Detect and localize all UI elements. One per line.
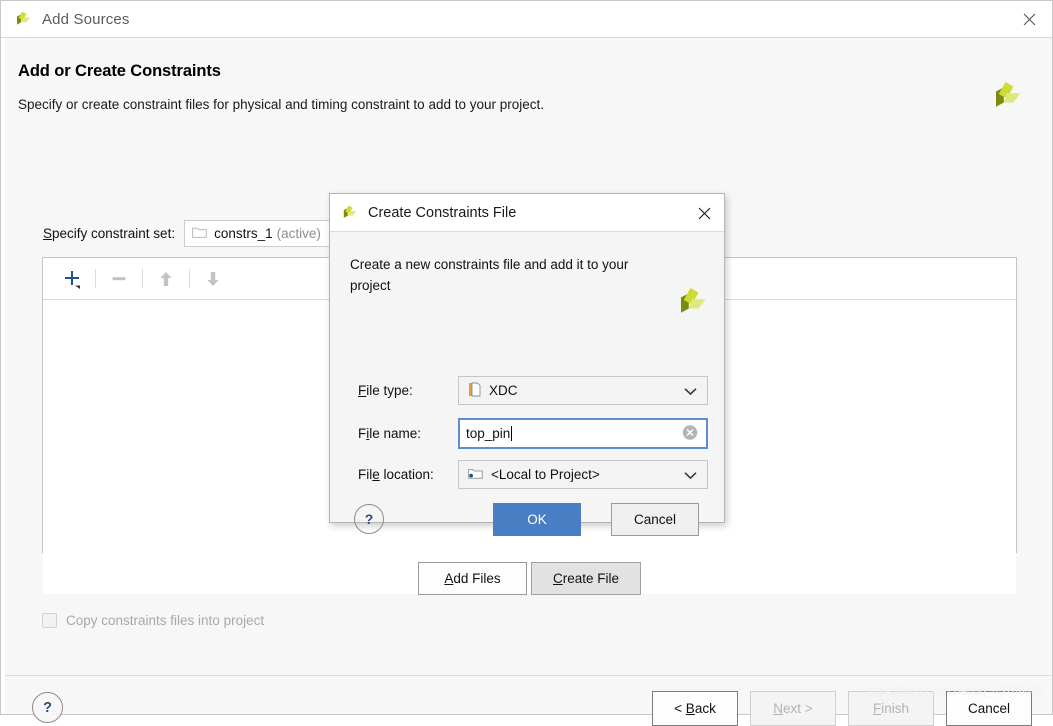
- constraint-set-active-suffix: (active): [277, 226, 321, 241]
- close-icon[interactable]: [1006, 1, 1052, 37]
- dialog-cancel-button[interactable]: Cancel: [611, 503, 699, 536]
- toolbar-divider: [142, 269, 143, 288]
- file-location-dropdown[interactable]: <Local to Project>: [458, 460, 708, 489]
- copy-constraints-checkbox[interactable]: [42, 613, 57, 628]
- cancel-button-label: Cancel: [968, 701, 1010, 716]
- file-name-value: top_pin: [466, 426, 510, 441]
- file-location-value: <Local to Project>: [491, 467, 600, 482]
- add-files-icon[interactable]: [57, 265, 87, 293]
- dialog-title: Create Constraints File: [368, 205, 516, 221]
- next-button: Next >: [750, 691, 836, 726]
- create-file-button-label: Create File: [553, 571, 619, 586]
- file-name-row: File name: top_pin: [358, 418, 708, 449]
- vivado-logo-icon: [989, 78, 1025, 114]
- create-constraints-file-dialog: Create Constraints File Create a new con…: [329, 193, 725, 523]
- constraint-set-label: Specify constraint set:: [43, 226, 175, 241]
- move-down-icon: [198, 265, 228, 293]
- page-subtitle: Specify or create constraint files for p…: [18, 97, 544, 112]
- dialog-help-button[interactable]: ?: [354, 504, 384, 534]
- chevron-down-icon: [684, 467, 697, 482]
- file-type-value: XDC: [489, 383, 518, 398]
- close-icon[interactable]: [692, 202, 716, 224]
- finish-button-label: Finish: [873, 701, 909, 716]
- toolbar-divider: [95, 269, 96, 288]
- toolbar-divider: [189, 269, 190, 288]
- window-title: Add Sources: [42, 11, 130, 28]
- page-title: Add or Create Constraints: [18, 62, 221, 81]
- dialog-titlebar: Create Constraints File: [330, 194, 724, 232]
- dialog-help-label: ?: [365, 511, 374, 527]
- file-location-row: File location: <Local to Project>: [358, 460, 708, 489]
- create-file-button[interactable]: Create File: [531, 562, 641, 595]
- footer-divider: [5, 675, 1052, 676]
- file-type-label: File type:: [358, 383, 458, 398]
- ok-button-label: OK: [527, 512, 547, 527]
- dialog-cancel-label: Cancel: [634, 512, 676, 527]
- back-button-label: < Back: [674, 701, 716, 716]
- dialog-body: Create a new constraints file and add it…: [330, 232, 724, 522]
- file-type-row: File type: XDC: [358, 376, 708, 405]
- dialog-description: Create a new constraints file and add it…: [350, 254, 650, 296]
- vivado-logo-icon: [340, 203, 359, 222]
- remove-file-icon: [104, 265, 134, 293]
- text-caret: [511, 426, 512, 441]
- window-titlebar: Add Sources: [1, 1, 1052, 38]
- chevron-down-icon: [684, 383, 697, 398]
- constraint-set-value: constrs_1: [214, 226, 273, 241]
- file-name-input[interactable]: top_pin: [458, 418, 708, 449]
- file-name-label: File name:: [358, 426, 458, 441]
- copy-constraints-option[interactable]: Copy constraints files into project: [42, 613, 264, 628]
- help-button-label: ?: [43, 700, 52, 716]
- file-type-dropdown[interactable]: XDC: [458, 376, 708, 405]
- next-button-label: Next >: [773, 701, 812, 716]
- add-files-button[interactable]: Add Files: [418, 562, 527, 595]
- copy-constraints-label: Copy constraints files into project: [66, 613, 264, 628]
- vivado-logo-icon: [13, 9, 33, 29]
- watermark: https://blog.csdn.net/qq_45748462: [866, 684, 1044, 698]
- clear-input-icon[interactable]: [682, 424, 698, 443]
- folder-icon: [192, 226, 207, 242]
- move-up-icon: [151, 265, 181, 293]
- file-action-buttons: Add Files Create File: [418, 562, 641, 595]
- ok-button[interactable]: OK: [493, 503, 581, 536]
- xdc-file-icon: [468, 382, 481, 400]
- left-rail: [1, 38, 5, 714]
- back-button[interactable]: < Back: [652, 691, 738, 726]
- folder-icon: [468, 467, 483, 483]
- file-location-label: File location:: [358, 467, 458, 482]
- add-sources-window: Add Sources Add or Create Constraints Sp…: [0, 0, 1053, 715]
- add-files-button-label: Add Files: [444, 571, 500, 586]
- vivado-logo-icon: [674, 284, 710, 320]
- help-button[interactable]: ?: [32, 692, 63, 723]
